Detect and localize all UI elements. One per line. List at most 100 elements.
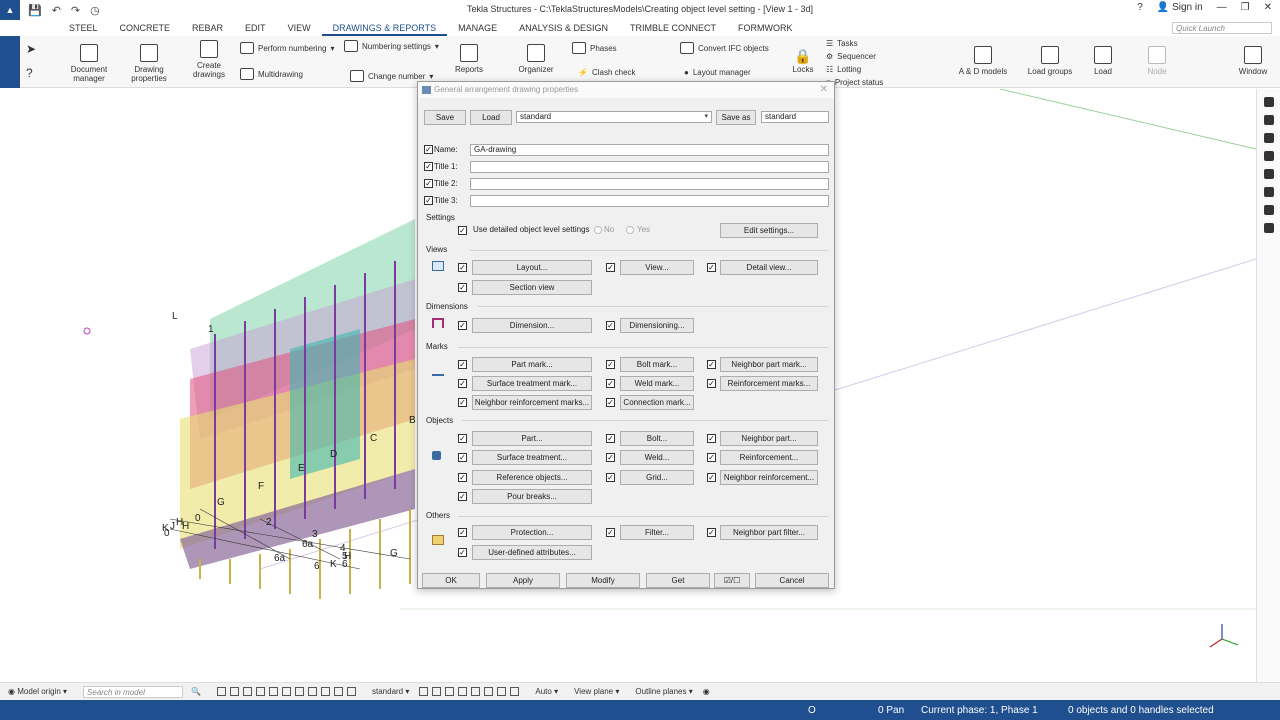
bolt-button[interactable]: Bolt... [620, 431, 694, 446]
reference-objects-checkbox[interactable]: ✓ [458, 473, 467, 482]
applications-panel-icon[interactable] [1263, 151, 1274, 161]
weld-button[interactable]: Weld... [620, 450, 694, 465]
reinforcement-marks-button[interactable]: Reinforcement marks... [720, 376, 818, 391]
search-icon[interactable]: 🔍 [191, 687, 201, 696]
save-icon[interactable]: 💾 [28, 4, 42, 17]
select-rebar-icon[interactable] [308, 687, 317, 696]
dimension-button[interactable]: Dimension... [472, 318, 592, 333]
layout-checkbox[interactable]: ✓ [458, 263, 467, 272]
numbering-settings-button[interactable]: Numbering settings ▾ [344, 40, 439, 52]
load-button[interactable]: Load [1086, 46, 1120, 76]
title1-checkbox[interactable]: ✓ [424, 162, 433, 171]
view-button[interactable]: View... [620, 260, 694, 275]
bolt-checkbox[interactable]: ✓ [606, 434, 615, 443]
document-manager-button[interactable]: Document manager [66, 44, 112, 83]
save-button[interactable]: Save [424, 110, 466, 125]
reinforcement-marks-checkbox[interactable]: ✓ [707, 379, 716, 388]
maximize-icon[interactable]: ❐ [1241, 2, 1250, 13]
view-plane-dropdown[interactable]: View plane ▾ [574, 687, 619, 696]
tab-concrete[interactable]: CONCRETE [109, 20, 182, 36]
section-view-checkbox[interactable]: ✓ [458, 283, 467, 292]
user-defined-attributes-button[interactable]: User-defined attributes... [472, 545, 592, 560]
select-bolt-icon[interactable] [295, 687, 304, 696]
snap-line-icon[interactable] [510, 687, 520, 696]
grid-panel-icon[interactable] [1263, 223, 1274, 233]
snap-nearest-icon[interactable] [497, 687, 507, 696]
model-origin-dropdown[interactable]: ◉ Model origin ▾ [8, 687, 67, 696]
quick-launch-input[interactable]: Quick Launch [1172, 22, 1272, 34]
dimensioning-checkbox[interactable]: ✓ [606, 321, 615, 330]
select-plane-icon[interactable] [321, 687, 330, 696]
select-arrow-icon[interactable]: ➤ [26, 42, 36, 56]
side-menu-strip[interactable] [0, 36, 20, 88]
section-view-button[interactable]: Section view [472, 280, 592, 295]
snap-end-icon[interactable] [432, 687, 442, 696]
reinforcement-button[interactable]: Reinforcement... [720, 450, 818, 465]
neighbor-reinforcement-marks-button[interactable]: Neighbor reinforcement marks... [472, 395, 592, 410]
properties-panel-icon[interactable] [1263, 115, 1274, 125]
yes-radio[interactable] [626, 226, 634, 234]
lotting-button[interactable]: ☷ Lotting [826, 65, 861, 74]
clash-check-button[interactable]: ⚡ Clash check [578, 68, 636, 77]
organizer-button[interactable]: Organizer [516, 44, 556, 74]
catalog-panel-icon[interactable] [1263, 205, 1274, 215]
help-arrow-icon[interactable]: ? [26, 66, 33, 80]
tab-rebar[interactable]: REBAR [181, 20, 234, 36]
surface-treatment-mark-button[interactable]: Surface treatment mark... [472, 376, 592, 391]
snap-center-icon[interactable] [458, 687, 468, 696]
sequencer-button[interactable]: ⚙ Sequencer [826, 52, 876, 61]
cloud-panel-icon[interactable] [1263, 169, 1274, 179]
drawing-properties-button[interactable]: Drawing properties [126, 44, 172, 83]
snap-mid-icon[interactable] [445, 687, 455, 696]
dimension-checkbox[interactable]: ✓ [458, 321, 467, 330]
bolt-mark-checkbox[interactable]: ✓ [606, 360, 615, 369]
neighbor-part-mark-button[interactable]: Neighbor part mark... [720, 357, 818, 372]
node-button[interactable]: Node [1140, 46, 1174, 76]
neighbor-part-filter-checkbox[interactable]: ✓ [707, 528, 716, 537]
select-grid-icon[interactable] [269, 687, 278, 696]
tab-drawings-reports[interactable]: DRAWINGS & REPORTS [321, 20, 448, 36]
reinforcement-checkbox[interactable]: ✓ [707, 453, 716, 462]
detail-view-checkbox[interactable]: ✓ [707, 263, 716, 272]
grid-button[interactable]: Grid... [620, 470, 694, 485]
bolt-mark-button[interactable]: Bolt mark... [620, 357, 694, 372]
select-assembly-icon[interactable] [243, 687, 252, 696]
dimensioning-button[interactable]: Dimensioning... [620, 318, 694, 333]
name-input[interactable]: GA-drawing [470, 144, 829, 156]
no-radio[interactable] [594, 226, 602, 234]
title3-input[interactable] [470, 195, 829, 207]
views-panel-icon[interactable] [1263, 133, 1274, 143]
tab-formwork[interactable]: FORMWORK [727, 20, 804, 36]
tasks-button[interactable]: ☰ Tasks [826, 39, 858, 48]
select-weld-icon[interactable] [282, 687, 291, 696]
title2-checkbox[interactable]: ✓ [424, 179, 433, 188]
history-icon[interactable]: ◷ [90, 4, 100, 17]
snap-intersection-icon[interactable] [471, 687, 481, 696]
close-icon[interactable]: ✕ [1264, 2, 1272, 13]
neighbor-part-checkbox[interactable]: ✓ [707, 434, 716, 443]
grid-checkbox[interactable]: ✓ [606, 473, 615, 482]
neighbor-part-button[interactable]: Neighbor part... [720, 431, 818, 446]
window-button[interactable]: Window [1234, 46, 1272, 76]
surface-treatment-button[interactable]: Surface treatment... [472, 450, 592, 465]
save-as-input[interactable]: standard [761, 111, 829, 123]
pour-breaks-button[interactable]: Pour breaks... [472, 489, 592, 504]
cancel-button[interactable]: Cancel [755, 573, 829, 588]
toggle-all-checkboxes-button[interactable]: ☑/☐ [714, 573, 750, 588]
select-point-icon[interactable] [334, 687, 343, 696]
select-component-icon[interactable] [256, 687, 265, 696]
preset-dropdown[interactable]: standard ▾ [516, 111, 712, 123]
layout-manager-button[interactable]: ● Layout manager [684, 68, 751, 77]
load-groups-button[interactable]: Load groups [1024, 46, 1076, 76]
title1-input[interactable] [470, 161, 829, 173]
snap-perpendicular-icon[interactable] [484, 687, 494, 696]
layout-button[interactable]: Layout... [472, 260, 592, 275]
ok-button[interactable]: OK [422, 573, 480, 588]
view-checkbox[interactable]: ✓ [606, 263, 615, 272]
load-button[interactable]: Load [470, 110, 512, 125]
create-drawings-button[interactable]: Create drawings [186, 40, 232, 79]
multidrawing-button[interactable]: Multidrawing [240, 68, 303, 80]
use-detailed-checkbox[interactable]: ✓ [458, 226, 467, 235]
tab-edit[interactable]: EDIT [234, 20, 277, 36]
weld-mark-checkbox[interactable]: ✓ [606, 379, 615, 388]
